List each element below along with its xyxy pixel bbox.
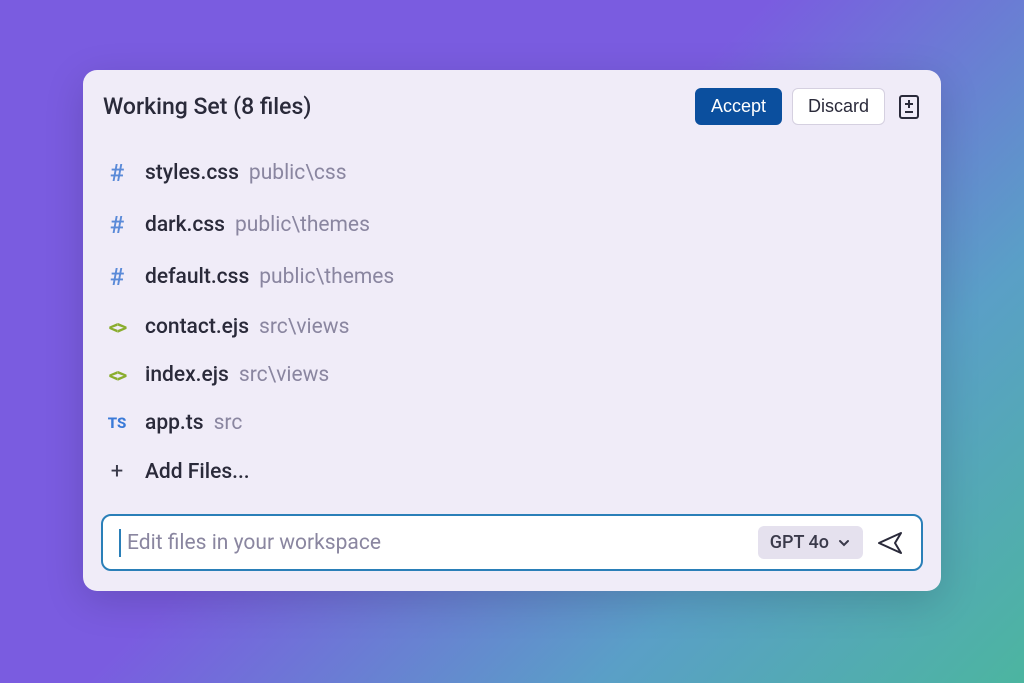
file-path: public\themes: [235, 213, 370, 237]
working-set-panel: Working Set (8 files) Accept Discard # s…: [83, 70, 941, 591]
panel-title: Working Set (8 files): [101, 93, 311, 120]
add-files-label: Add Files...: [145, 460, 250, 484]
send-icon: [877, 531, 905, 555]
prompt-input-bar[interactable]: Edit files in your workspace GPT 4o: [101, 514, 923, 571]
file-row[interactable]: # default.css public\themes: [101, 251, 923, 303]
file-row[interactable]: # styles.css public\css: [101, 147, 923, 199]
header-actions: Accept Discard: [695, 88, 923, 125]
code-icon: <>: [103, 315, 131, 339]
ts-icon: TS: [103, 414, 131, 432]
file-name: index.ejs: [145, 363, 229, 387]
file-name: styles.css: [145, 161, 239, 185]
file-name: app.ts: [145, 411, 204, 435]
text-cursor: [119, 529, 121, 557]
file-name: dark.css: [145, 213, 225, 237]
hash-icon: #: [103, 159, 131, 187]
send-button[interactable]: [877, 531, 905, 555]
prompt-placeholder: Edit files in your workspace: [127, 531, 744, 555]
file-row[interactable]: # dark.css public\themes: [101, 199, 923, 251]
file-name: default.css: [145, 265, 249, 289]
file-row[interactable]: <> contact.ejs src\views: [101, 303, 923, 351]
hash-icon: #: [103, 263, 131, 291]
add-files-row[interactable]: + Add Files...: [101, 447, 923, 496]
file-row[interactable]: TS app.ts src: [101, 399, 923, 447]
accept-button[interactable]: Accept: [695, 88, 782, 125]
model-name: GPT 4o: [770, 532, 829, 553]
code-icon: <>: [103, 363, 131, 387]
diff-icon[interactable]: [895, 92, 923, 122]
file-path: src\views: [259, 315, 349, 339]
file-path: src: [214, 411, 243, 435]
file-path: src\views: [239, 363, 329, 387]
file-list: # styles.css public\css # dark.css publi…: [101, 147, 923, 496]
panel-header: Working Set (8 files) Accept Discard: [101, 88, 923, 125]
hash-icon: #: [103, 211, 131, 239]
file-path: public\css: [249, 161, 347, 185]
chevron-down-icon: [837, 536, 851, 550]
plus-icon: +: [103, 459, 131, 484]
file-name: contact.ejs: [145, 315, 249, 339]
model-selector[interactable]: GPT 4o: [758, 526, 863, 559]
file-row[interactable]: <> index.ejs src\views: [101, 351, 923, 399]
file-path: public\themes: [259, 265, 394, 289]
discard-button[interactable]: Discard: [792, 88, 885, 125]
